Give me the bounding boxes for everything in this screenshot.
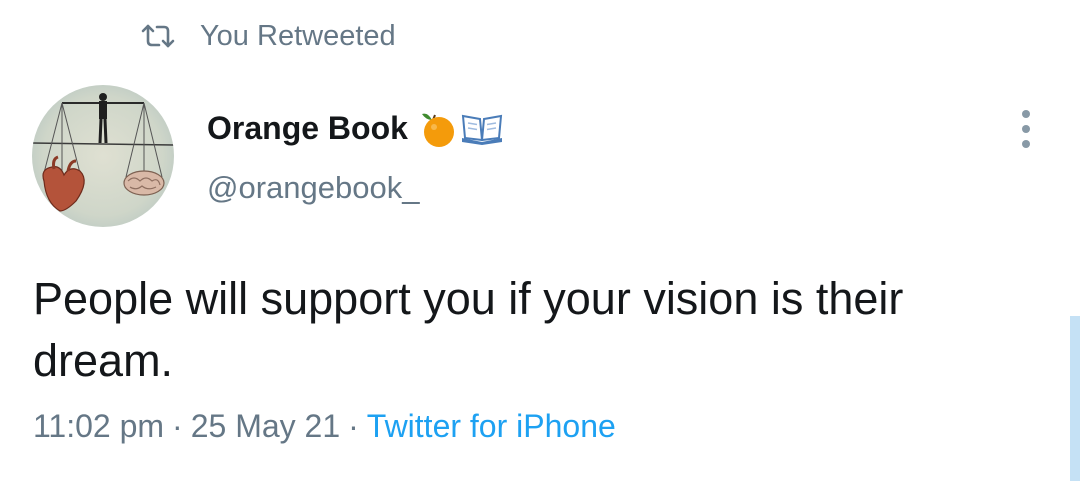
tweet-date[interactable]: 25 May 21 bbox=[191, 408, 340, 444]
avatar[interactable] bbox=[32, 85, 174, 227]
tweet-time[interactable]: 11:02 pm bbox=[33, 408, 164, 444]
more-vertical-icon bbox=[1022, 110, 1030, 148]
meta-separator: · bbox=[172, 408, 183, 444]
display-name: Orange Book bbox=[207, 109, 408, 146]
retweet-context[interactable]: You Retweeted bbox=[140, 18, 396, 54]
tangerine-emoji-icon bbox=[421, 113, 454, 147]
avatar-illustration bbox=[32, 85, 174, 227]
scroll-indicator[interactable] bbox=[1070, 316, 1080, 481]
tweet-detail: You Retweeted Orange Book @orangebook_ P… bbox=[0, 0, 1080, 481]
author-name-row[interactable]: Orange Book bbox=[207, 106, 504, 150]
open-book-emoji-icon bbox=[461, 114, 503, 145]
meta-separator: · bbox=[348, 408, 359, 444]
retweet-label: You Retweeted bbox=[200, 19, 396, 52]
tweet-meta: 11:02 pm · 25 May 21 · Twitter for iPhone bbox=[33, 408, 616, 445]
more-options-button[interactable] bbox=[1010, 108, 1042, 150]
retweet-icon bbox=[141, 24, 175, 48]
tweet-text: People will support you if your vision i… bbox=[33, 273, 904, 386]
author-handle[interactable]: @orangebook_ bbox=[207, 170, 419, 206]
tweet-source-link[interactable]: Twitter for iPhone bbox=[367, 408, 616, 444]
